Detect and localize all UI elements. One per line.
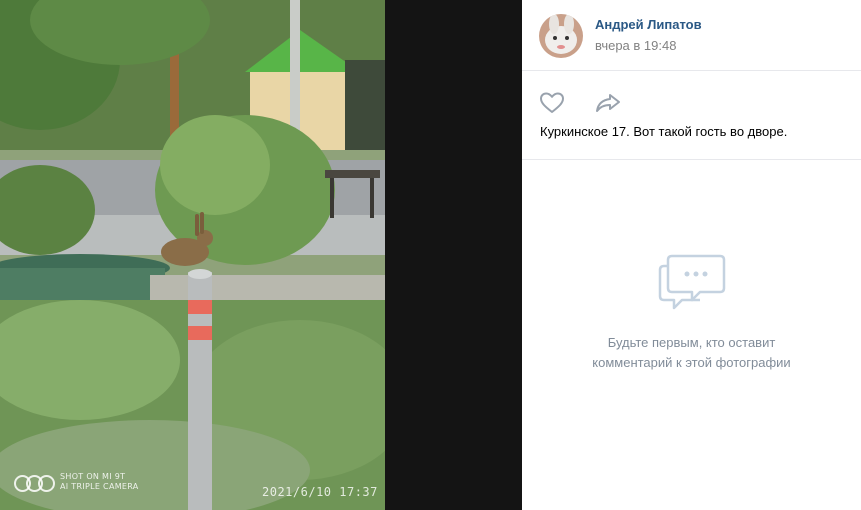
share-arrow-icon [596,94,620,112]
post-header: Андрей Липатов вчера в 19:48 [522,0,861,71]
camera-logo-icon [14,473,55,492]
photo-timestamp: 2021/6/10 17:37 [262,485,378,499]
empty-comments-line1: Будьте первым, кто оставит [607,335,776,350]
comments-icon [658,254,725,310]
post-actions [522,86,861,120]
author-name-link[interactable]: Андрей Липатов [595,17,702,32]
watermark-line1: SHOT ON MI 9T [60,472,126,481]
photo-viewer[interactable]: SHOT ON MI 9T AI TRIPLE CAMERA 2021/6/10… [0,0,522,510]
empty-comments-line2: комментарий к этой фотографии [592,355,791,370]
like-button[interactable] [537,89,567,117]
divider [522,159,861,160]
watermark-line2: AI TRIPLE CAMERA [60,482,139,491]
photo-image[interactable] [0,0,385,510]
camera-watermark: SHOT ON MI 9T AI TRIPLE CAMERA [14,472,139,492]
empty-comments: Будьте первым, кто оставит комментарий к… [522,250,861,373]
photo-side-panel: Андрей Липатов вчера в 19:48 Куркинское … [522,0,861,510]
heart-icon [540,92,564,113]
avatar[interactable] [539,14,583,58]
share-button[interactable] [593,89,623,117]
photo-caption: Куркинское 17. Вот такой гость во дворе. [540,124,788,139]
post-date[interactable]: вчера в 19:48 [595,38,676,53]
